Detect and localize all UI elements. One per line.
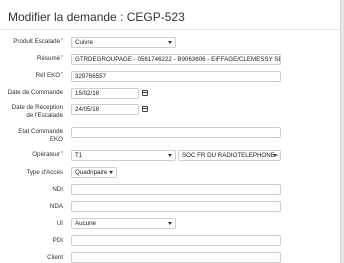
dialog-title: Modifier la demande : CEGP-523 [8, 10, 185, 24]
client-input[interactable] [71, 252, 281, 263]
edit-dialog: Modifier la demande : CEGP-523 Produit E… [0, 0, 341, 263]
operateur-select[interactable]: T1 [71, 150, 176, 161]
produit-escalade-label: Produit Escalade* [13, 38, 63, 45]
chevron-down-icon [273, 154, 277, 157]
etat-commande-input[interactable] [71, 127, 281, 138]
ref-eko-label: Réf EKO* [35, 72, 63, 79]
ui-label: UI [56, 220, 63, 227]
date-commande-label: Date de Commande [7, 89, 63, 96]
ndi-label: NDI [52, 186, 63, 193]
nda-label: NDA [49, 203, 63, 210]
chevron-down-icon [109, 171, 113, 174]
operateur-label: Opérateur* [32, 151, 63, 158]
operateur-company-select[interactable]: SOC FR DU RADIOTELEPHONE - [178, 150, 281, 161]
type-acces-select[interactable]: Quadripaire [71, 167, 117, 178]
ndi-input[interactable] [71, 184, 281, 195]
client-label: Client [47, 254, 63, 261]
calendar-icon[interactable] [142, 106, 148, 112]
type-acces-label: Type d'Accès [26, 169, 63, 176]
date-reception-input[interactable]: 24/05/18 [71, 104, 139, 115]
chevron-down-icon [168, 41, 172, 44]
date-commande-input[interactable]: 15/02/18 [71, 88, 139, 99]
chevron-down-icon [168, 222, 172, 225]
etat-commande-label: Etat Commande EKO [18, 128, 63, 143]
produit-escalade-select[interactable]: Cuivre [71, 37, 176, 48]
calendar-icon[interactable] [142, 90, 148, 96]
pdi-label: PDI [52, 237, 63, 244]
title-divider [0, 29, 340, 30]
ref-eko-input[interactable]: 329766557 [71, 71, 281, 82]
resume-label: Résumé* [37, 55, 63, 62]
date-reception-label: Date de Réception de l'Escalade [11, 104, 63, 119]
chevron-down-icon [168, 154, 172, 157]
ui-select[interactable]: Aucune [71, 218, 176, 229]
resume-input[interactable]: GTRDEGROUPAGE - 0561746222 - B9063606 - … [71, 54, 281, 65]
pdi-input[interactable] [71, 235, 281, 246]
nda-input[interactable] [71, 201, 281, 212]
